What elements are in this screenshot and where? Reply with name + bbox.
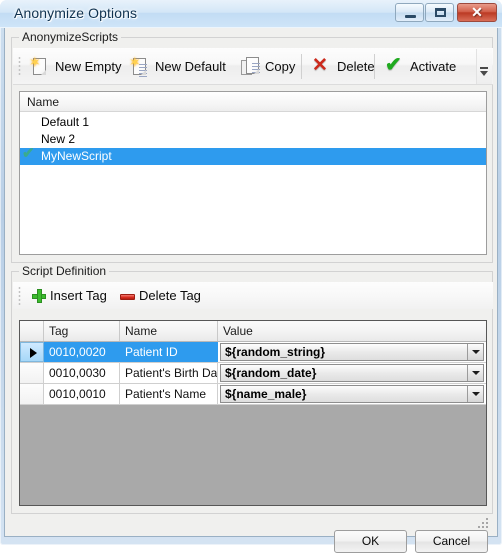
delete-label: Delete	[337, 59, 375, 74]
grid-column-name[interactable]: Name	[120, 321, 218, 341]
anonymize-scripts-group: AnonymizeScripts ✶ New Empty ✶ New Defau…	[11, 30, 493, 263]
insert-tag-button[interactable]: Insert Tag	[25, 284, 112, 307]
cell-value-combobox[interactable]: ${random_string}	[220, 343, 484, 361]
page-lines-star-icon: ✶	[129, 55, 150, 77]
dialog-window: Anonymize Options ✕ AnonymizeScripts ✶ N…	[0, 0, 502, 553]
new-default-button[interactable]: ✶ New Default	[125, 51, 231, 82]
activate-button[interactable]: ✔ Activate	[380, 51, 461, 82]
cell-tag[interactable]: 0010,0010	[44, 384, 120, 404]
definition-toolbar: Insert Tag Delete Tag	[13, 282, 493, 309]
anonymize-scripts-group-label: AnonymizeScripts	[19, 30, 122, 44]
script-definition-group-label: Script Definition	[19, 264, 110, 278]
row-header-cell[interactable]	[20, 363, 44, 383]
cell-value-text: ${random_string}	[225, 345, 326, 359]
close-icon: ✕	[471, 4, 483, 20]
cell-value-combobox[interactable]: ${name_male}	[220, 385, 484, 403]
title-bar[interactable]: Anonymize Options ✕	[0, 0, 502, 28]
cell-name[interactable]: Patient's Birth Date	[120, 363, 218, 383]
table-row[interactable]: 0010,0010 Patient's Name ${name_male}	[20, 384, 486, 405]
scripts-list-column-name: Name	[27, 95, 60, 109]
ok-button[interactable]: OK	[334, 530, 407, 553]
cell-name[interactable]: Patient ID	[120, 342, 218, 362]
copy-pages-icon	[240, 56, 260, 77]
maximize-icon	[435, 8, 446, 17]
chevron-down-icon[interactable]	[467, 365, 483, 381]
cell-value-combobox[interactable]: ${random_date}	[220, 364, 484, 382]
toolbar-grip[interactable]	[18, 56, 21, 77]
window-title: Anonymize Options	[14, 5, 138, 21]
scripts-list[interactable]: Name Default 1 New 2 ✔ MyNewScript	[19, 91, 487, 255]
green-check-icon: ✔	[385, 53, 402, 76]
active-check-icon: ✔	[22, 145, 35, 162]
scripts-toolbar: ✶ New Empty ✶ New Default Copy ✕ Delete …	[13, 48, 493, 85]
cancel-button[interactable]: Cancel	[415, 530, 488, 553]
toolbar-separator-2	[374, 54, 375, 79]
red-x-icon: ✕	[312, 54, 328, 76]
copy-label: Copy	[265, 59, 296, 74]
chevron-down-icon[interactable]	[467, 344, 483, 360]
delete-button[interactable]: ✕ Delete	[307, 51, 380, 82]
cell-value-text: ${random_date}	[225, 366, 317, 380]
list-item-label: New 2	[41, 132, 76, 146]
delete-tag-button[interactable]: Delete Tag	[113, 284, 206, 307]
cell-tag[interactable]: 0010,0030	[44, 363, 120, 383]
scripts-list-header[interactable]: Name	[20, 92, 486, 112]
new-page-star-icon: ✶	[29, 55, 50, 77]
grid-column-tag[interactable]: Tag	[44, 321, 120, 341]
copy-button[interactable]: Copy	[235, 51, 300, 82]
minimize-button[interactable]	[395, 3, 424, 22]
row-header-cell[interactable]	[20, 384, 44, 404]
cell-value-text: ${name_male}	[225, 387, 307, 401]
insert-tag-label: Insert Tag	[50, 288, 107, 303]
current-row-arrow-icon	[30, 348, 37, 358]
delete-tag-label: Delete Tag	[139, 288, 201, 303]
tags-grid-header[interactable]: Tag Name Value	[20, 321, 486, 342]
new-default-label: New Default	[155, 59, 226, 74]
green-plus-icon	[30, 287, 48, 305]
toolbar-separator-1	[301, 54, 302, 79]
cell-name[interactable]: Patient's Name	[120, 384, 218, 404]
maximize-button[interactable]	[425, 3, 454, 22]
tags-grid[interactable]: Tag Name Value 0010,0020 Patient ID ${ra…	[19, 320, 487, 506]
close-button[interactable]: ✕	[457, 3, 497, 22]
list-item[interactable]: Default 1	[20, 114, 486, 131]
red-minus-icon	[118, 287, 137, 305]
toolbar-grip[interactable]	[18, 286, 21, 305]
new-empty-button[interactable]: ✶ New Empty	[25, 51, 126, 82]
grid-column-rowheader[interactable]	[20, 321, 44, 341]
row-header-cell[interactable]	[20, 342, 44, 362]
dialog-client-area: AnonymizeScripts ✶ New Empty ✶ New Defau…	[4, 28, 498, 553]
list-item[interactable]: ✔ MyNewScript	[20, 145, 486, 165]
new-empty-label: New Empty	[55, 59, 122, 74]
table-row[interactable]: 0010,0020 Patient ID ${random_string}	[20, 342, 486, 363]
list-item-label: Default 1	[41, 115, 90, 129]
toolbar-overflow-icon[interactable]	[476, 49, 492, 84]
minimize-icon	[405, 15, 416, 18]
table-row[interactable]: 0010,0030 Patient's Birth Date ${random_…	[20, 363, 486, 384]
script-definition-group: Script Definition Insert Tag Delete Tag	[11, 264, 493, 514]
list-item[interactable]: New 2	[20, 131, 486, 148]
grid-column-value[interactable]: Value	[218, 321, 486, 341]
list-item-label: MyNewScript	[41, 149, 112, 163]
cell-tag[interactable]: 0010,0020	[44, 342, 120, 362]
chevron-down-icon[interactable]	[467, 386, 483, 402]
activate-label: Activate	[410, 59, 457, 74]
resize-grip[interactable]	[478, 518, 490, 530]
